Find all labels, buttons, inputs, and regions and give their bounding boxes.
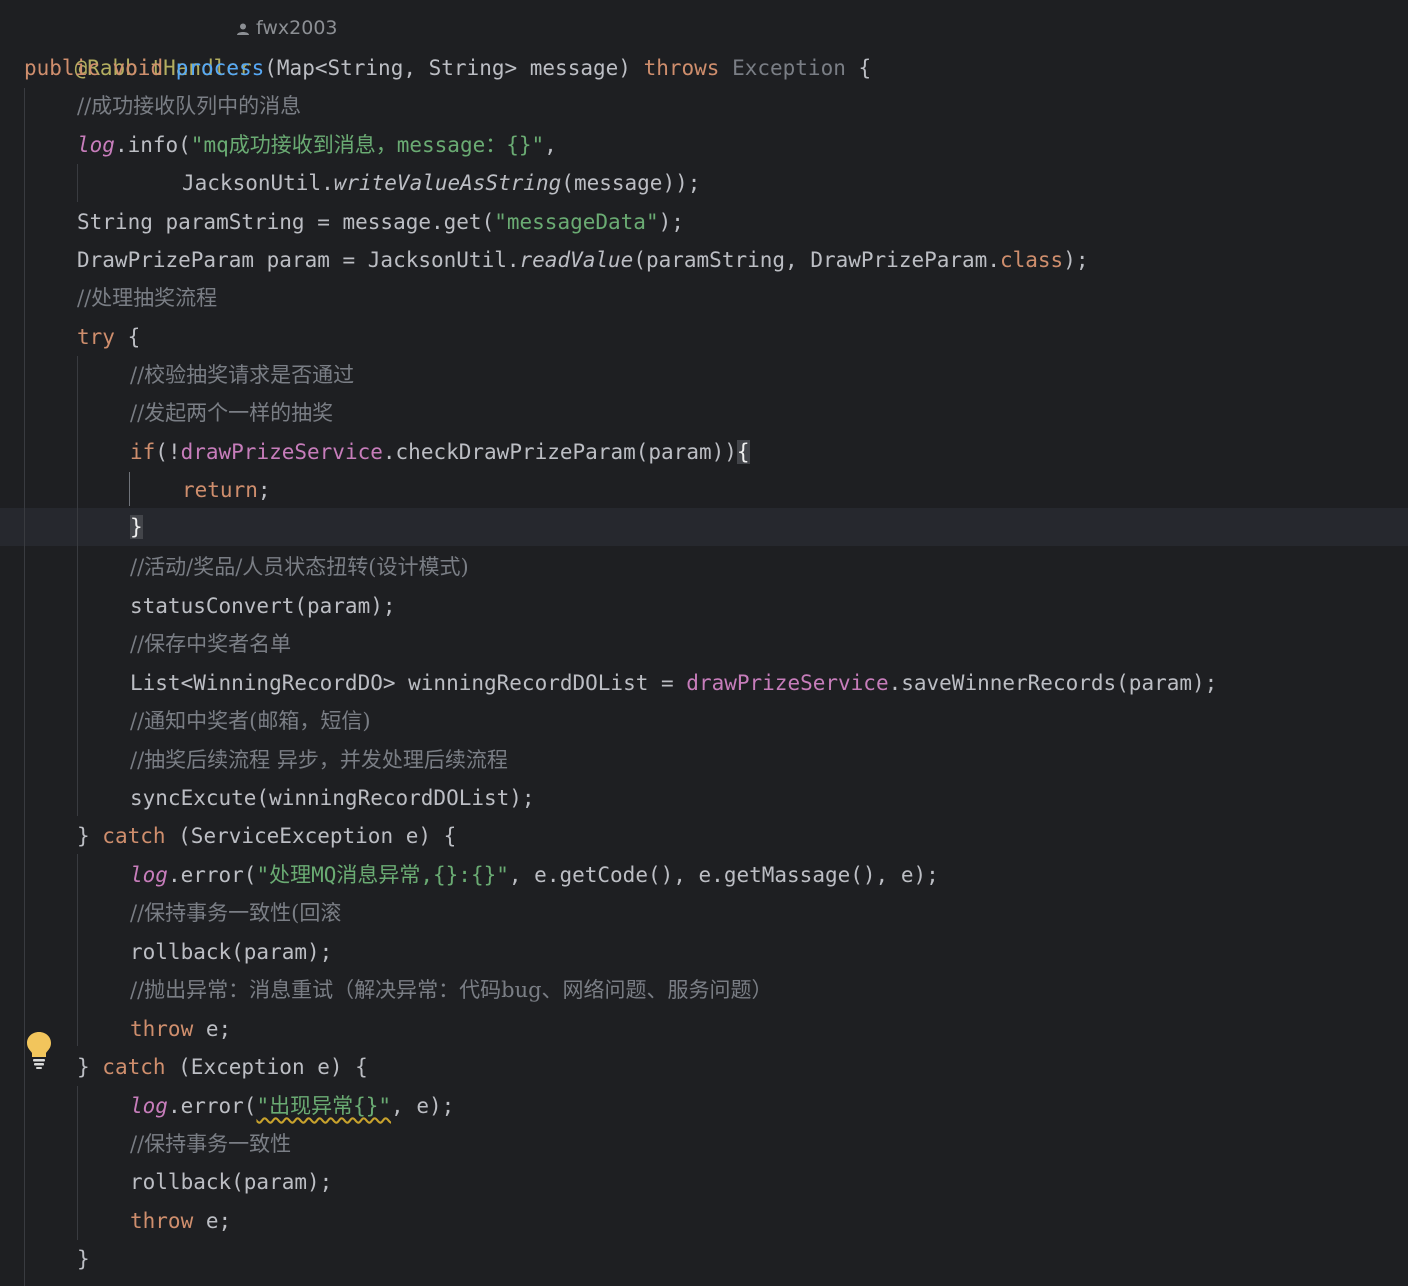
- code-text: .info(: [114, 133, 191, 157]
- code-line: statusConvert(param);: [130, 594, 396, 618]
- code-text: (Map<String, String> message): [264, 56, 644, 80]
- keyword: return: [182, 478, 258, 502]
- code-line: throw e;: [130, 1010, 231, 1048]
- logger-field: log: [77, 133, 115, 157]
- code-line: throw e;: [130, 1202, 231, 1240]
- author-hint[interactable]: fwx2003: [236, 9, 338, 47]
- code-text: );: [1063, 248, 1089, 272]
- keyword: catch: [102, 824, 166, 848]
- matched-brace: {: [736, 440, 750, 464]
- code-text: e;: [193, 1209, 232, 1233]
- logger-field: log: [130, 863, 168, 887]
- code-line: } catch (Exception e) {: [77, 1048, 368, 1086]
- code-line: try {: [77, 318, 140, 356]
- code-text: }: [77, 824, 103, 848]
- code-text: ,: [544, 133, 557, 157]
- user-icon: [236, 17, 256, 39]
- keyword: throw: [130, 1209, 194, 1233]
- code-text: DrawPrizeParam param = JacksonUtil.: [77, 248, 520, 272]
- keyword: public: [24, 56, 100, 80]
- code-line: return;: [182, 471, 271, 509]
- keyword: if: [130, 440, 156, 464]
- indent-guide: [77, 854, 78, 1046]
- string-literal-warning[interactable]: "出现异常{}": [256, 1094, 391, 1118]
- code-line[interactable]: }: [130, 508, 143, 546]
- code-line: }: [77, 1247, 90, 1271]
- keyword: class: [999, 248, 1064, 272]
- code-text: JacksonUtil.: [182, 171, 334, 195]
- code-text: Exception: [732, 56, 846, 80]
- comment-line: //抛出异常：消息重试（解决异常：代码bug、网络问题、服务问题）: [130, 978, 773, 1002]
- code-line: @RabbitHandler: [24, 11, 252, 80]
- code-text: (!: [155, 440, 181, 464]
- code-text: , e);: [391, 1094, 455, 1118]
- comment-line: //校验抽奖请求是否通过: [130, 363, 355, 387]
- code-text: (ServiceException e) {: [165, 824, 457, 848]
- indent-guide: [77, 356, 78, 816]
- indent-guide: [77, 164, 78, 202]
- string-literal: "处理MQ消息异常,{}:{}": [256, 863, 509, 887]
- keyword: throws: [643, 56, 720, 80]
- indent-guide: [77, 1086, 78, 1240]
- code-line: syncExcute(winningRecordDOList);: [130, 786, 535, 810]
- comment-line: //保持事务一致性: [130, 1132, 292, 1156]
- code-line: String paramString = message.get("messag…: [77, 203, 684, 241]
- comment-line: //成功接收队列中的消息: [77, 94, 302, 118]
- code-text: (Exception e) {: [165, 1055, 368, 1079]
- keyword: catch: [102, 1055, 166, 1079]
- code-text: ;: [257, 478, 271, 502]
- code-text: {: [114, 325, 141, 349]
- string-literal: "mq成功接收到消息，message：{}": [190, 133, 545, 157]
- comment-line: //发起两个一样的抽奖: [130, 401, 334, 425]
- code-text: List<WinningRecordDO> winningRecordDOLis…: [130, 671, 687, 695]
- code-text: (paramString, DrawPrizeParam.: [633, 248, 1000, 272]
- code-line: if(!drawPrizeService.checkDrawPrizeParam…: [130, 433, 750, 471]
- indent-guide: [129, 472, 130, 506]
- code-line: log.error("处理MQ消息异常,{}:{}", e.getCode(),…: [130, 856, 939, 894]
- code-line: } catch (ServiceException e) {: [77, 817, 456, 855]
- indent-guide: [24, 88, 25, 1286]
- current-line-highlight: [0, 508, 1408, 546]
- code-line: DrawPrizeParam param = JacksonUtil.readV…: [77, 241, 1088, 279]
- comment-line: //处理抽奖流程: [77, 286, 218, 310]
- code-text: , e.getCode(), e.getMassage(), e);: [508, 863, 939, 887]
- code-text: .error(: [167, 863, 257, 887]
- code-text: .checkDrawPrizeParam(param)): [382, 440, 737, 464]
- lightbulb-icon[interactable]: [24, 1030, 54, 1070]
- static-method: readValue: [519, 248, 634, 272]
- code-editor[interactable]: @RabbitHandler fwx2003 public void proce…: [0, 0, 1408, 1286]
- author-name: fwx2003: [256, 17, 338, 39]
- code-text: {: [845, 56, 872, 80]
- code-line: log.info("mq成功接收到消息，message：{}",: [77, 126, 557, 164]
- comment-line: //活动/奖品/人员状态扭转(设计模式): [130, 555, 469, 579]
- code-line: List<WinningRecordDO> winningRecordDOLis…: [130, 664, 1217, 702]
- code-line: JacksonUtil.writeValueAsString(message))…: [182, 164, 700, 202]
- keyword: void: [112, 56, 164, 80]
- code-line: public void process(Map<String, String> …: [24, 49, 871, 87]
- code-text: (message));: [561, 171, 701, 195]
- keyword: throw: [130, 1017, 194, 1041]
- static-method: writeValueAsString: [333, 171, 562, 195]
- comment-line: //通知中奖者(邮箱，短信): [130, 709, 371, 733]
- code-text: String paramString = message.get(: [77, 210, 495, 234]
- comment-line: //保持事务一致性(回滚: [130, 901, 342, 925]
- code-text: );: [658, 210, 684, 234]
- field-reference: drawPrizeService: [180, 440, 383, 464]
- method-name: process: [175, 56, 265, 80]
- string-literal: "messageData": [494, 210, 659, 234]
- code-text: e;: [193, 1017, 232, 1041]
- code-text: .saveWinnerRecords(param);: [888, 671, 1218, 695]
- keyword: try: [77, 325, 115, 349]
- code-text: }: [77, 1055, 103, 1079]
- logger-field: log: [130, 1094, 168, 1118]
- comment-line: //保存中奖者名单: [130, 632, 292, 656]
- code-line: rollback(param);: [130, 940, 333, 964]
- code-text: .error(: [167, 1094, 257, 1118]
- comment-line: //抽奖后续流程 异步，并发处理后续流程: [130, 748, 508, 772]
- code-line: log.error("出现异常{}", e);: [130, 1087, 454, 1125]
- field-reference: drawPrizeService: [686, 671, 889, 695]
- matched-brace: }: [130, 515, 143, 539]
- code-line: rollback(param);: [130, 1170, 333, 1194]
